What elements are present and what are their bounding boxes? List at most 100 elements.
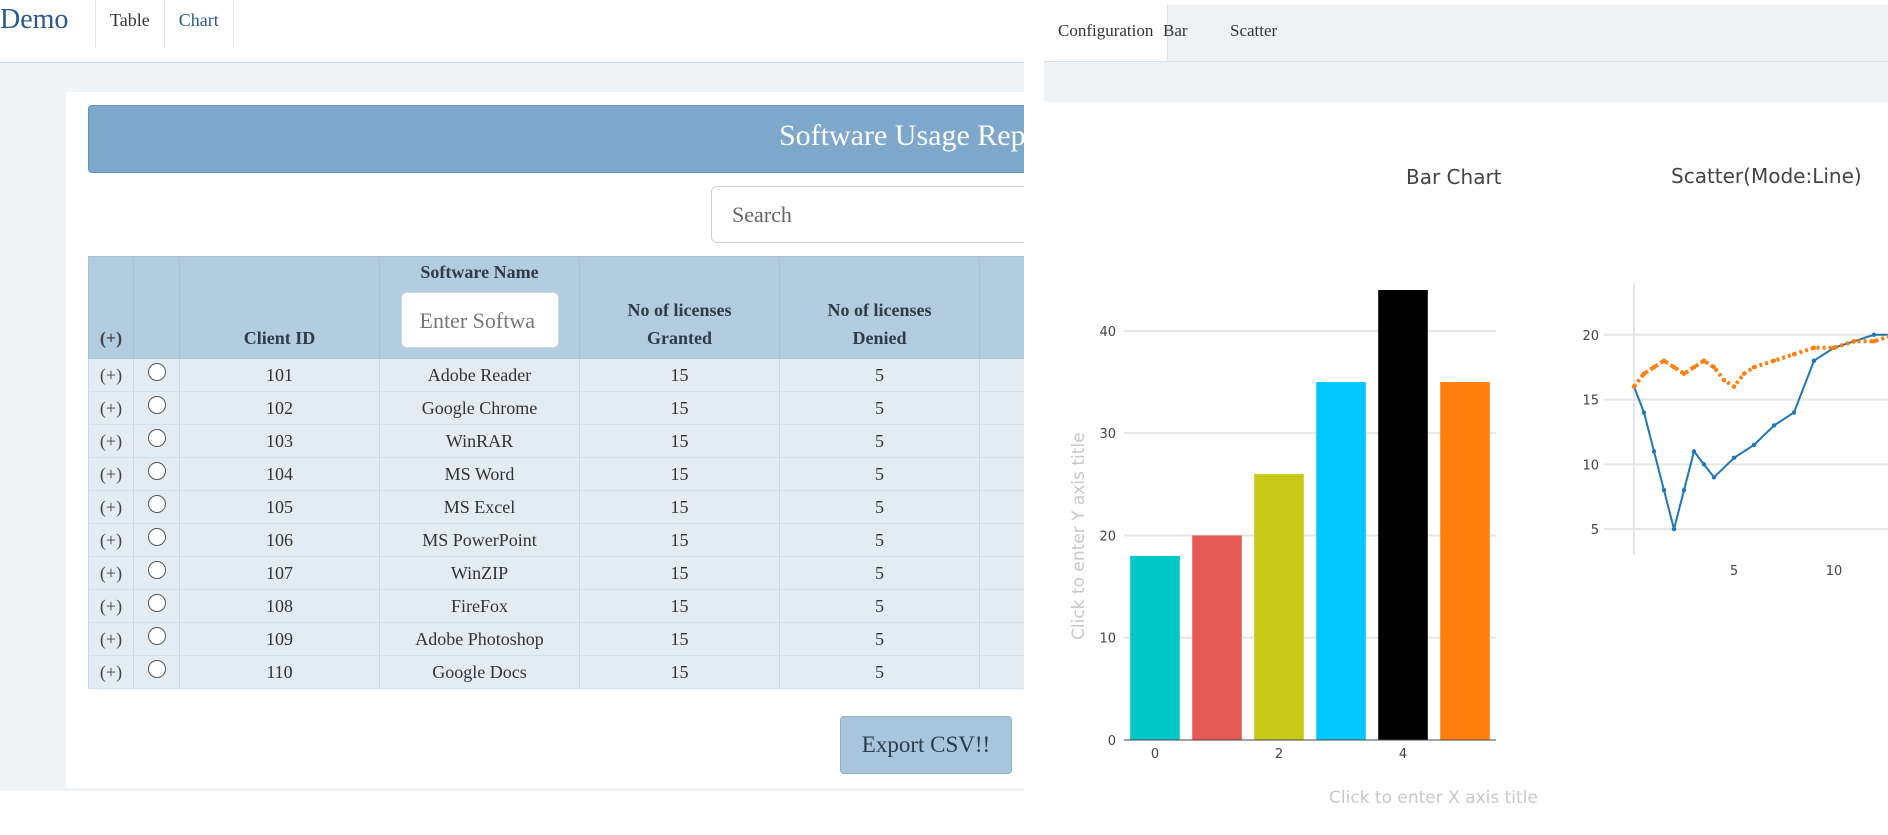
row-select-radio[interactable]	[133, 391, 180, 425]
radio-button[interactable]	[147, 396, 166, 415]
table-row[interactable]: (+) 105 MS Excel 15 5	[88, 490, 1041, 524]
radio-button[interactable]	[147, 462, 166, 481]
licenses-granted-header[interactable]: No of licenses Granted	[579, 256, 780, 359]
scatter-series-line[interactable]	[1632, 302, 1888, 390]
table-row[interactable]: (+) 107 WinZIP 15 5	[88, 556, 1041, 590]
row-select-radio[interactable]	[133, 358, 180, 392]
scatter-point[interactable]	[1691, 364, 1697, 370]
y-axis-title-hint[interactable]: Click to enter Y axis title	[1069, 432, 1089, 640]
scatter-point[interactable]	[1631, 384, 1637, 389]
bar[interactable]	[1192, 535, 1242, 740]
scatter-point[interactable]	[1661, 488, 1667, 493]
scatter-point[interactable]	[1751, 442, 1757, 448]
software-name-filter-input[interactable]: Enter Softwa	[400, 292, 559, 348]
expand-row-toggle[interactable]: (+)	[88, 655, 134, 689]
scatter-point[interactable]	[1681, 371, 1687, 376]
radio-button[interactable]	[147, 594, 166, 613]
table-row[interactable]: (+) 101 Adobe Reader 15 5	[88, 358, 1041, 392]
radio-button[interactable]	[147, 660, 166, 679]
tab-chart[interactable]: Chart	[165, 0, 234, 48]
tab-table[interactable]: Table	[95, 0, 165, 48]
bar[interactable]	[1316, 382, 1366, 740]
export-csv-button[interactable]: Export CSV!!	[840, 716, 1012, 774]
row-select-radio[interactable]	[133, 523, 180, 557]
scatter-point[interactable]	[1711, 364, 1717, 370]
scatter-point[interactable]	[1681, 488, 1687, 493]
table-row[interactable]: (+) 110 Google Docs 15 5	[88, 655, 1041, 689]
expand-row-toggle[interactable]: (+)	[88, 589, 134, 623]
scatter-point[interactable]	[1811, 345, 1817, 350]
scatter-point[interactable]	[1671, 364, 1677, 370]
table-row[interactable]: (+) 106 MS PowerPoint 15 5	[88, 523, 1041, 557]
software-name-cell: Google Docs	[379, 655, 580, 689]
scatter-point[interactable]	[1811, 358, 1817, 363]
scatter-point[interactable]	[1641, 410, 1647, 415]
scatter-point[interactable]	[1791, 352, 1797, 357]
scatter-point[interactable]	[1831, 345, 1837, 350]
table-row[interactable]: (+) 108 FireFox 15 5	[88, 589, 1041, 623]
scatter-point[interactable]	[1701, 358, 1707, 363]
scatter-point[interactable]	[1651, 364, 1657, 370]
scatter-point[interactable]	[1791, 410, 1797, 415]
scatter-point[interactable]	[1771, 423, 1777, 428]
table-row[interactable]: (+) 103 WinRAR 15 5	[88, 424, 1041, 458]
row-select-radio[interactable]	[133, 655, 180, 689]
scatter-point[interactable]	[1771, 358, 1777, 363]
row-select-radio[interactable]	[133, 589, 180, 623]
software-usage-table: (+) Client ID Software Name Enter Softwa…	[88, 256, 1041, 689]
expand-row-toggle[interactable]: (+)	[88, 523, 134, 557]
software-name-header[interactable]: Software Name Enter Softwa	[379, 256, 580, 359]
radio-button[interactable]	[147, 429, 166, 448]
radio-button[interactable]	[147, 495, 166, 514]
client-id-cell: 107	[179, 556, 380, 590]
scatter-point[interactable]	[1661, 358, 1667, 363]
scatter-point[interactable]	[1721, 377, 1727, 383]
licenses-denied-cell: 5	[779, 424, 980, 458]
row-select-radio[interactable]	[133, 424, 180, 458]
expand-row-toggle[interactable]: (+)	[88, 424, 134, 458]
bar[interactable]	[1378, 290, 1428, 740]
scatter-point[interactable]	[1731, 384, 1737, 389]
scatter-point[interactable]	[1711, 475, 1717, 480]
expand-row-toggle[interactable]: (+)	[88, 391, 134, 425]
row-select-radio[interactable]	[133, 556, 180, 590]
row-select-radio[interactable]	[133, 622, 180, 656]
expand-row-toggle[interactable]: (+)	[88, 556, 134, 590]
licenses-granted-cell: 15	[579, 655, 780, 689]
expand-row-toggle[interactable]: (+)	[88, 457, 134, 491]
licenses-granted-cell: 15	[579, 523, 780, 557]
scatter-point[interactable]	[1871, 339, 1877, 344]
scatter-point[interactable]	[1741, 371, 1747, 376]
row-select-radio[interactable]	[133, 457, 180, 491]
scatter-point[interactable]	[1731, 455, 1737, 461]
radio-button[interactable]	[147, 561, 166, 580]
bar[interactable]	[1254, 474, 1304, 740]
licenses-denied-header[interactable]: No of licenses Denied	[779, 256, 980, 359]
scatter-point[interactable]	[1851, 339, 1857, 344]
scatter-point[interactable]	[1651, 449, 1657, 454]
row-select-radio[interactable]	[133, 490, 180, 524]
expand-row-toggle[interactable]: (+)	[88, 358, 134, 392]
radio-button[interactable]	[147, 363, 166, 382]
expand-row-toggle[interactable]: (+)	[88, 490, 134, 524]
radio-button[interactable]	[147, 528, 166, 547]
radio-button[interactable]	[147, 627, 166, 646]
scatter-point[interactable]	[1691, 449, 1697, 454]
bar[interactable]	[1440, 382, 1490, 740]
table-row[interactable]: (+) 104 MS Word 15 5	[88, 457, 1041, 491]
scatter-series-line[interactable]	[1633, 328, 1888, 530]
x-axis-title-hint[interactable]: Click to enter X axis title	[1329, 788, 1538, 808]
scatter-point[interactable]	[1701, 462, 1707, 467]
table-row[interactable]: (+) 102 Google Chrome 15 5	[88, 391, 1041, 425]
scatter-point[interactable]	[1641, 371, 1647, 376]
scatter-point[interactable]	[1671, 526, 1677, 532]
expand-row-toggle[interactable]: (+)	[88, 622, 134, 656]
brand-logo[interactable]: Demo	[0, 4, 68, 36]
scatter-point[interactable]	[1871, 332, 1877, 338]
client-id-header[interactable]: Client ID	[179, 256, 380, 359]
bar[interactable]	[1130, 555, 1180, 740]
search-input[interactable]: Search	[711, 186, 1041, 243]
expand-all-header[interactable]: (+)	[88, 256, 134, 359]
table-row[interactable]: (+) 109 Adobe Photoshop 15 5	[88, 622, 1041, 656]
scatter-point[interactable]	[1751, 364, 1757, 370]
